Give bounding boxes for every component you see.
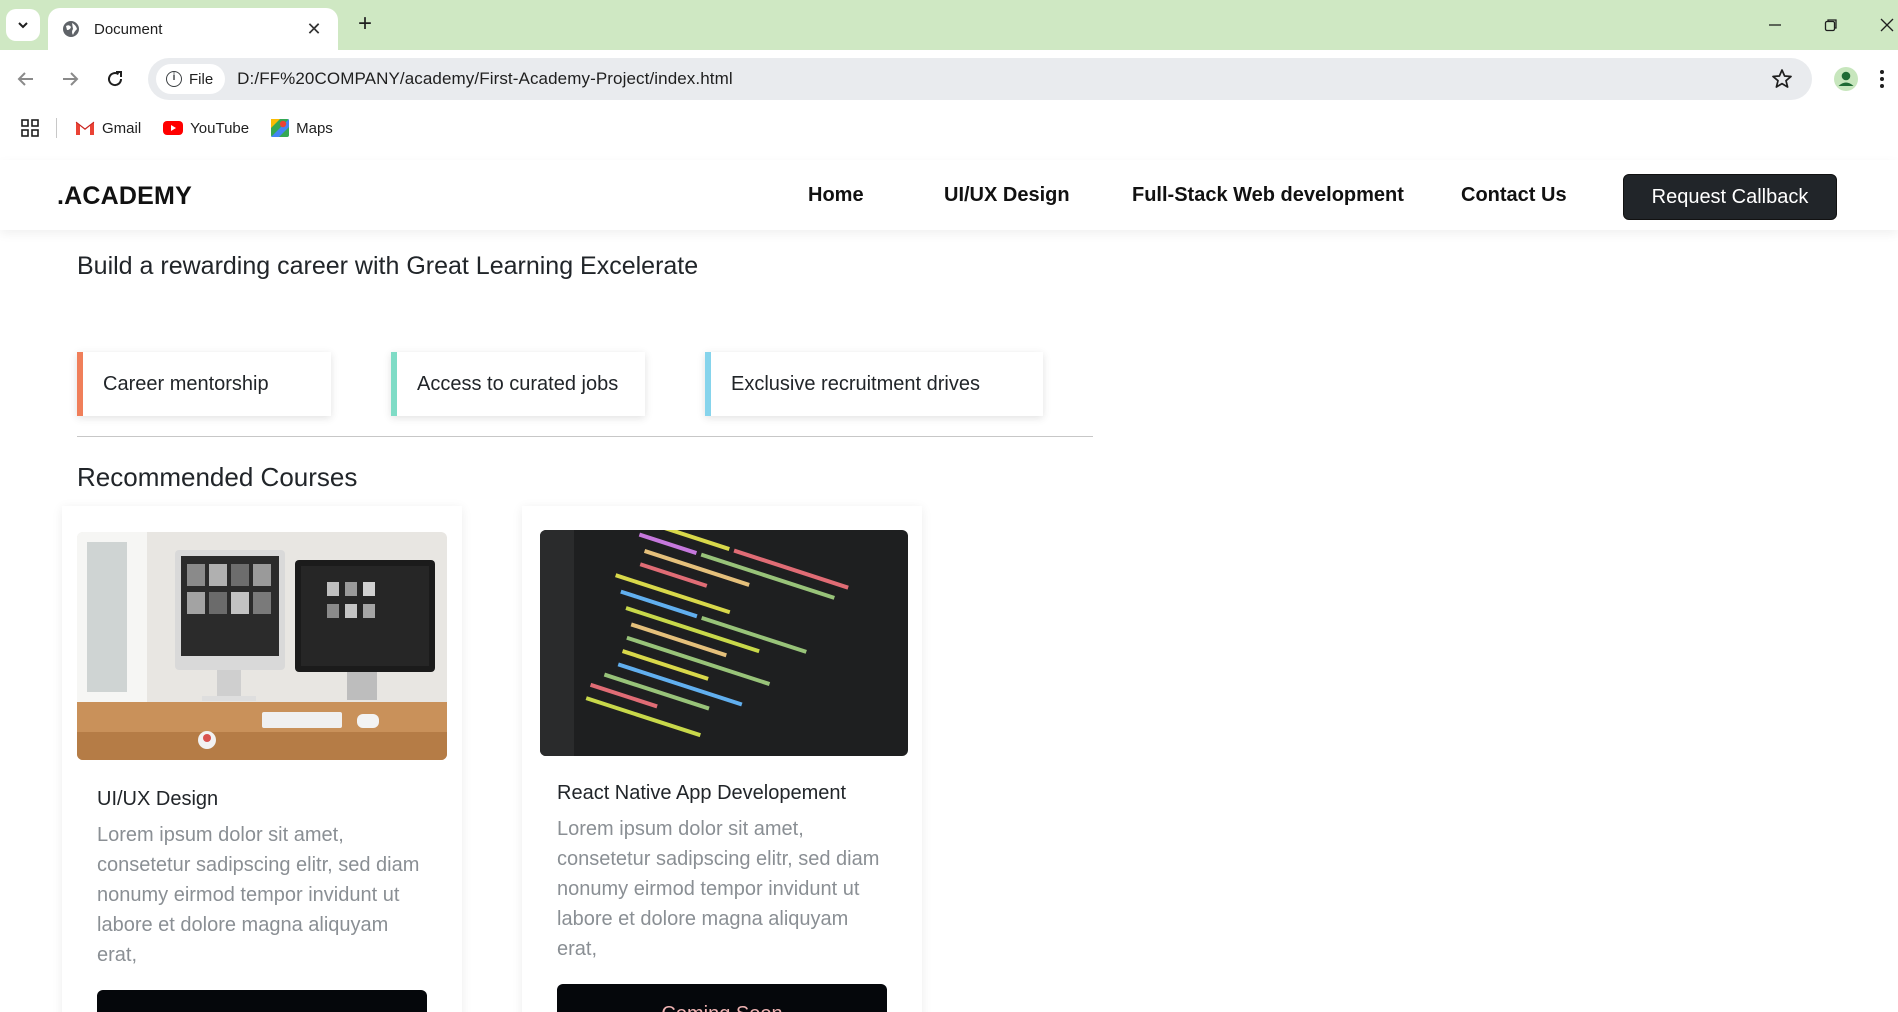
bookmark-maps[interactable]: Maps bbox=[271, 119, 333, 137]
reload-icon bbox=[108, 71, 123, 87]
hero-title: Build a rewarding career with Great Lear… bbox=[77, 252, 699, 280]
feature-label: Access to curated jobs bbox=[417, 372, 619, 395]
course-description: Lorem ipsum dolor sit amet, consetetur s… bbox=[97, 824, 420, 966]
gmail-icon bbox=[75, 121, 95, 135]
request-callback-button[interactable]: Request Callback bbox=[1623, 174, 1837, 220]
feature-label: Career mentorship bbox=[103, 372, 269, 395]
youtube-icon bbox=[163, 121, 184, 135]
coming-soon-button[interactable]: Coming Soon bbox=[557, 984, 887, 1012]
profile-button[interactable] bbox=[1830, 63, 1862, 95]
course-button[interactable] bbox=[97, 990, 427, 1012]
nav-link-home[interactable]: Home bbox=[808, 184, 864, 207]
course-image-workspace bbox=[77, 532, 447, 760]
tab-title: Document bbox=[94, 20, 163, 38]
bookmark-label: Maps bbox=[296, 119, 333, 137]
globe-icon bbox=[63, 21, 79, 37]
feature-accent-bar bbox=[77, 352, 83, 416]
bookmarks-bar: Gmail YouTube Maps bbox=[0, 108, 1898, 148]
bookmark-youtube[interactable]: YouTube bbox=[163, 120, 249, 137]
course-card-uiux: UI/UX Design Lorem ipsum dolor sit amet,… bbox=[62, 506, 462, 1012]
apps-grid-icon[interactable] bbox=[20, 118, 40, 138]
forward-button[interactable] bbox=[54, 63, 86, 95]
nav-link-full-stack[interactable]: Full-Stack Web development bbox=[1132, 184, 1404, 207]
feature-card-career-mentorship: Career mentorship bbox=[77, 352, 331, 416]
feature-accent-bar bbox=[391, 352, 397, 416]
forward-arrow-icon bbox=[63, 72, 79, 86]
address-bar[interactable]: i File D:/FF%20COMPANY/academy/First-Aca… bbox=[148, 58, 1812, 100]
close-tab-icon[interactable]: ✕ bbox=[304, 19, 324, 40]
bookmarks-separator bbox=[56, 118, 57, 138]
recommended-courses-title: Recommended Courses bbox=[77, 462, 358, 492]
feature-card-recruitment-drives: Exclusive recruitment drives bbox=[705, 352, 1043, 416]
minimize-icon bbox=[1769, 24, 1781, 26]
profile-avatar-icon bbox=[1834, 67, 1858, 91]
close-window-button[interactable] bbox=[1872, 10, 1898, 40]
bookmark-gmail[interactable]: Gmail bbox=[75, 120, 141, 137]
new-tab-button[interactable]: + bbox=[350, 10, 380, 40]
site-info-chip[interactable]: i File bbox=[156, 64, 226, 94]
nav-link-uiux-design[interactable]: UI/UX Design bbox=[944, 184, 1070, 207]
tab-search-button[interactable] bbox=[6, 9, 40, 41]
web-page: .ACADEMY Home UI/UX Design Full-Stack We… bbox=[0, 152, 1898, 1012]
course-card-react-native: React Native App Developement Lorem ipsu… bbox=[522, 506, 922, 1012]
back-arrow-icon bbox=[17, 72, 33, 86]
course-title: UI/UX Design bbox=[97, 788, 219, 810]
site-navbar: .ACADEMY Home UI/UX Design Full-Stack We… bbox=[0, 160, 1898, 230]
reload-button[interactable] bbox=[99, 63, 131, 95]
more-vert-icon bbox=[1880, 70, 1884, 88]
browser-toolbar: i File D:/FF%20COMPANY/academy/First-Aca… bbox=[0, 50, 1898, 108]
course-image-code-screen bbox=[540, 530, 908, 756]
back-button[interactable] bbox=[10, 63, 42, 95]
info-icon: i bbox=[166, 71, 182, 87]
browser-tab[interactable]: Document ✕ bbox=[48, 8, 338, 50]
bookmark-label: Gmail bbox=[102, 119, 142, 137]
course-description: Lorem ipsum dolor sit amet, consetetur s… bbox=[557, 818, 880, 960]
chip-label: File bbox=[189, 70, 214, 88]
feature-card-curated-jobs: Access to curated jobs bbox=[391, 352, 645, 416]
feature-accent-bar bbox=[705, 352, 711, 416]
chevron-down-icon bbox=[18, 22, 28, 29]
browser-menu-button[interactable] bbox=[1874, 63, 1890, 95]
site-logo[interactable]: .ACADEMY bbox=[57, 182, 192, 211]
nav-link-contact-us[interactable]: Contact Us bbox=[1461, 184, 1567, 207]
bookmark-star-icon[interactable] bbox=[1770, 67, 1794, 91]
close-icon bbox=[1880, 18, 1894, 32]
restore-icon bbox=[1824, 19, 1837, 32]
browser-tab-strip: Document ✕ + bbox=[0, 0, 1898, 50]
course-title: React Native App Developement bbox=[557, 782, 847, 804]
section-divider bbox=[77, 436, 1093, 437]
url-text: D:/FF%20COMPANY/academy/First-Academy-Pr… bbox=[237, 69, 733, 88]
bookmark-label: YouTube bbox=[190, 119, 250, 137]
restore-button[interactable] bbox=[1816, 10, 1846, 40]
feature-label: Exclusive recruitment drives bbox=[731, 372, 980, 395]
minimize-button[interactable] bbox=[1760, 10, 1790, 40]
maps-icon bbox=[271, 119, 290, 137]
